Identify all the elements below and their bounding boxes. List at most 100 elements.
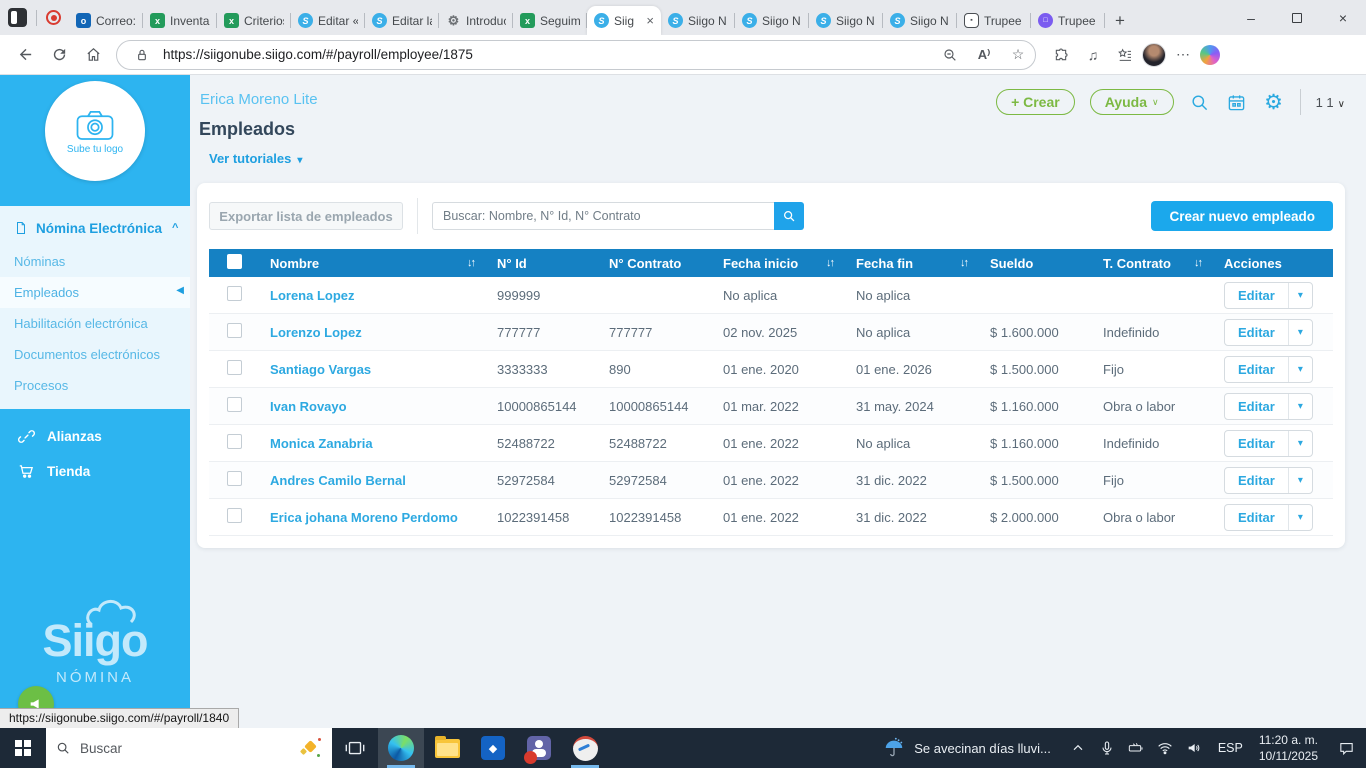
employee-name-link[interactable]: Lorenzo Lopez xyxy=(270,325,362,340)
hidden-icons-chevron[interactable] xyxy=(1065,728,1091,768)
zoom-out-icon[interactable] xyxy=(937,42,963,68)
taskbar-clock[interactable]: 11:20 a. m. 10/11/2025 xyxy=(1251,732,1326,764)
minimize-button[interactable]: – xyxy=(1228,0,1274,35)
refresh-button[interactable] xyxy=(44,40,74,70)
row-checkbox[interactable] xyxy=(227,397,242,412)
search-icon[interactable] xyxy=(1189,91,1211,113)
browser-tab-editar2[interactable]: Editar la xyxy=(365,6,439,35)
taskbar-recorder-icon[interactable] xyxy=(562,728,608,768)
browser-tab-trupeer1[interactable]: Trupee xyxy=(957,6,1031,35)
edit-dropdown-button[interactable]: ▾ xyxy=(1287,467,1312,493)
sidebar-section-nomina-electronica[interactable]: Nómina Electrónica ^ xyxy=(0,212,190,246)
taskbar-search-input[interactable] xyxy=(78,739,292,757)
export-employees-button[interactable]: Exportar lista de empleados xyxy=(209,202,403,230)
row-checkbox[interactable] xyxy=(227,360,242,375)
microphone-icon[interactable] xyxy=(1094,728,1120,768)
edit-dropdown-button[interactable]: ▾ xyxy=(1287,282,1312,308)
taskbar-devops-app-icon[interactable] xyxy=(470,728,516,768)
sort-icon[interactable]: ↓↑ xyxy=(826,257,835,269)
keyboard-language[interactable]: ESP xyxy=(1210,741,1251,755)
employee-search-input[interactable] xyxy=(432,202,774,230)
browser-tab-active-siigo[interactable]: Siig × xyxy=(587,6,661,35)
column-header-nombre[interactable]: Nombre xyxy=(270,256,319,271)
help-button[interactable]: Ayuda ∨ xyxy=(1089,89,1174,115)
taskbar-search[interactable] xyxy=(46,728,332,768)
browser-menu-icon[interactable]: ⋯ xyxy=(1168,42,1198,68)
upload-logo-button[interactable]: Sube tu logo xyxy=(45,81,145,181)
task-view-button[interactable] xyxy=(332,728,378,768)
employee-name-link[interactable]: Ivan Rovayo xyxy=(270,399,347,414)
back-button[interactable] xyxy=(10,40,40,70)
sort-icon[interactable]: ↓↑ xyxy=(960,257,969,269)
home-button[interactable] xyxy=(78,40,108,70)
edit-button[interactable]: Editar xyxy=(1225,394,1288,419)
gear-icon[interactable]: ⚙ xyxy=(1263,91,1285,113)
employee-name-link[interactable]: Andres Camilo Bernal xyxy=(270,473,406,488)
sidebar-item-alianzas[interactable]: Alianzas xyxy=(0,419,190,454)
collections-icon[interactable] xyxy=(1110,42,1140,68)
new-tab-button[interactable]: + xyxy=(1105,6,1135,35)
sidebar-item-empleados[interactable]: Empleados ◀ xyxy=(0,277,190,308)
sidebar-item-procesos[interactable]: Procesos xyxy=(0,370,190,401)
row-checkbox[interactable] xyxy=(227,323,242,338)
create-employee-button[interactable]: Crear nuevo empleado xyxy=(1151,201,1333,231)
tutorials-link[interactable]: Ver tutoriales ▾ xyxy=(209,151,302,166)
browser-tab-editar1[interactable]: Editar « xyxy=(291,6,365,35)
edit-button[interactable]: Editar xyxy=(1225,431,1288,456)
row-checkbox[interactable] xyxy=(227,508,242,523)
edit-button[interactable]: Editar xyxy=(1225,505,1288,530)
sort-icon[interactable]: ↓↑ xyxy=(1194,257,1203,269)
notification-center-button[interactable] xyxy=(1326,728,1366,768)
taskbar-weather[interactable]: Se avecinan días lluvi... xyxy=(875,728,1059,768)
row-checkbox[interactable] xyxy=(227,471,242,486)
sidebar-item-nominas[interactable]: Nóminas xyxy=(0,246,190,277)
sidebar-item-tienda[interactable]: Tienda xyxy=(0,454,190,489)
maximize-button[interactable] xyxy=(1274,0,1320,35)
workspaces-icon[interactable] xyxy=(8,8,27,27)
browser-tab-siigo1[interactable]: Siigo N xyxy=(661,6,735,35)
edit-button[interactable]: Editar xyxy=(1225,283,1288,308)
browser-tab-inventar[interactable]: Inventar xyxy=(143,6,217,35)
close-window-button[interactable]: × xyxy=(1320,0,1366,35)
taskbar-edge-icon[interactable] xyxy=(378,728,424,768)
url-text[interactable]: https://siigonube.siigo.com/#/payroll/em… xyxy=(163,47,929,62)
calendar-icon[interactable] xyxy=(1226,91,1248,113)
read-aloud-icon[interactable]: A⁾ xyxy=(971,42,997,68)
employee-name-link[interactable]: Monica Zanabria xyxy=(270,436,373,451)
favorite-star-icon[interactable]: ☆ xyxy=(1005,42,1031,68)
employee-name-link[interactable]: Santiago Vargas xyxy=(270,362,371,377)
edit-dropdown-button[interactable]: ▾ xyxy=(1287,430,1312,456)
select-all-checkbox[interactable] xyxy=(227,254,242,269)
profile-avatar[interactable] xyxy=(1142,42,1166,67)
extensions-icon[interactable] xyxy=(1046,42,1076,68)
edit-button[interactable]: Editar xyxy=(1225,320,1288,345)
recording-indicator-icon[interactable] xyxy=(46,10,61,25)
column-header-fecha-inicio[interactable]: Fecha inicio xyxy=(723,256,798,271)
browser-tab-seguimi[interactable]: Seguimi xyxy=(513,6,587,35)
browser-tab-introduc[interactable]: Introduc xyxy=(439,6,513,35)
sidebar-item-habilitacion[interactable]: Habilitación electrónica xyxy=(0,308,190,339)
start-button[interactable] xyxy=(0,728,46,768)
search-button[interactable] xyxy=(774,202,804,230)
row-checkbox[interactable] xyxy=(227,286,242,301)
wifi-icon[interactable] xyxy=(1152,728,1178,768)
employee-name-link[interactable]: Lorena Lopez xyxy=(270,288,355,303)
battery-icon[interactable] xyxy=(1123,728,1149,768)
address-bar[interactable]: https://siigonube.siigo.com/#/payroll/em… xyxy=(116,39,1036,70)
edit-dropdown-button[interactable]: ▾ xyxy=(1287,393,1312,419)
page-indicator[interactable]: 1 1 ∨ xyxy=(1316,95,1345,110)
media-controls-icon[interactable]: ♫ xyxy=(1078,42,1108,68)
employee-name-link[interactable]: Erica johana Moreno Perdomo xyxy=(270,510,458,525)
browser-tab-siigo4[interactable]: Siigo N xyxy=(883,6,957,35)
edit-dropdown-button[interactable]: ▾ xyxy=(1287,356,1312,382)
browser-tab-trupeer2[interactable]: Trupee xyxy=(1031,6,1105,35)
taskbar-teams-icon[interactable] xyxy=(516,728,562,768)
sidebar-item-documentos[interactable]: Documentos electrónicos xyxy=(0,339,190,370)
copilot-icon[interactable] xyxy=(1200,44,1220,65)
browser-tab-criterios[interactable]: Criterios xyxy=(217,6,291,35)
volume-icon[interactable] xyxy=(1181,728,1207,768)
edit-button[interactable]: Editar xyxy=(1225,468,1288,493)
edit-dropdown-button[interactable]: ▾ xyxy=(1287,319,1312,345)
browser-tab-siigo2[interactable]: Siigo N xyxy=(735,6,809,35)
taskbar-file-explorer-icon[interactable] xyxy=(424,728,470,768)
